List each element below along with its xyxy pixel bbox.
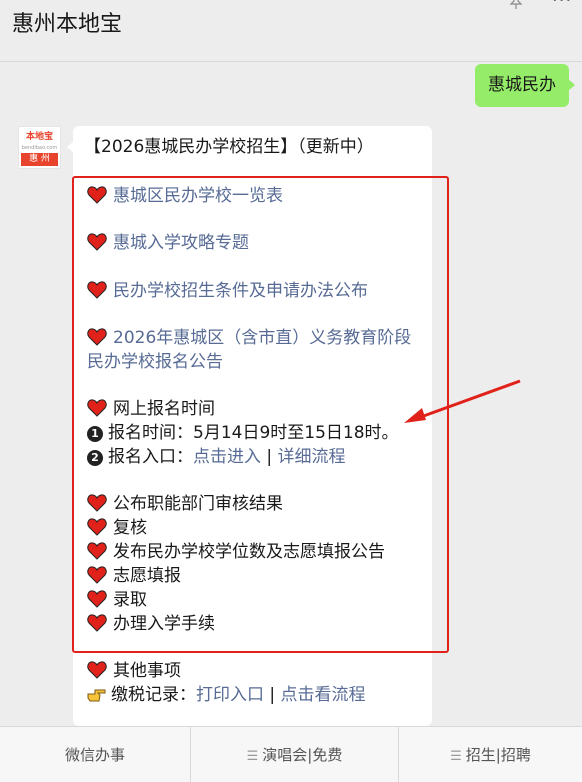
step-item: 公布职能部门审核结果 — [87, 492, 283, 516]
online-registration-title: 网上报名时间 — [87, 397, 215, 421]
step-text: 录取 — [113, 590, 147, 610]
registration-entry: 2 报名入口：点击进入 | 详细流程 — [87, 445, 346, 469]
link-announcement[interactable]: 2026年惠城区（含市直）义务教育阶段 — [113, 328, 411, 348]
menu-label: 微信办事 — [64, 746, 125, 764]
avatar-logo-city: 惠 州 — [21, 153, 58, 166]
heart-icon — [87, 281, 107, 299]
step-item: 办理入学手续 — [87, 612, 215, 636]
bottom-menu: 微信办事 ☰ 演唱会|免费 ☰ 招生|招聘 — [0, 726, 582, 782]
step-text: 办理入学手续 — [113, 614, 215, 634]
more-options-icon[interactable]: ··· — [552, 0, 572, 10]
number-one-icon: 1 — [87, 426, 103, 442]
heart-icon — [87, 233, 107, 251]
menu-recruitment[interactable]: ☰ 招生|招聘 — [398, 727, 582, 782]
heart-icon — [87, 494, 107, 512]
entry-link[interactable]: 点击进入 — [193, 447, 261, 467]
entry-label: 报名入口： — [108, 447, 193, 467]
heart-icon — [87, 328, 107, 346]
step-text: 公布职能部门审核结果 — [113, 494, 283, 514]
menu-label: 招生|招聘 — [465, 746, 531, 764]
menu-label: 演唱会|免费 — [262, 746, 343, 764]
outgoing-message-text: 惠城民办 — [488, 75, 556, 95]
heart-icon — [87, 542, 107, 560]
registration-time-text: 报名时间：5月14日9时至15日18时。 — [108, 423, 399, 443]
number-two-icon: 2 — [87, 450, 103, 466]
view-process-link[interactable]: 点击看流程 — [281, 685, 366, 705]
menu-concerts[interactable]: ☰ 演唱会|免费 — [190, 727, 398, 782]
reply-heading: 【2026惠城民办学校招生】（更新中） — [84, 137, 374, 157]
link-row[interactable]: 2026年惠城区（含市直）义务教育阶段 — [87, 326, 411, 350]
link-row[interactable]: 民办学校招生条件及申请办法公布 — [87, 279, 368, 303]
link-row[interactable]: 惠城入学攻略专题 — [87, 231, 249, 255]
step-item: 志愿填报 — [87, 564, 181, 588]
heart-icon — [87, 518, 107, 536]
other-text: 其他事项 — [113, 661, 181, 681]
link-school-list[interactable]: 惠城区民办学校一览表 — [113, 186, 283, 206]
heart-icon — [87, 186, 107, 204]
tax-separator: | — [269, 685, 276, 705]
heart-icon — [87, 399, 107, 417]
link-row-continued[interactable]: 民办学校报名公告 — [87, 350, 223, 374]
avatar-logo-domain: bendibao.com — [21, 145, 58, 151]
step-item: 复核 — [87, 516, 147, 540]
entry-separator: | — [266, 447, 273, 467]
link-enrollment-guide[interactable]: 惠城入学攻略专题 — [113, 233, 249, 253]
outgoing-message-bubble: 惠城民办 — [475, 64, 575, 107]
online-title-text: 网上报名时间 — [113, 399, 215, 419]
avatar-logo-text: 本地宝 — [25, 132, 53, 142]
menu-wechat-services[interactable]: 微信办事 — [0, 727, 190, 782]
link-conditions[interactable]: 民办学校招生条件及申请办法公布 — [113, 281, 368, 301]
red-arrow-icon — [404, 379, 521, 423]
menu-list-icon: ☰ — [246, 749, 259, 764]
avatar[interactable]: 本地宝 bendibao.com 惠 州 — [18, 126, 61, 169]
step-item: 录取 — [87, 588, 147, 612]
tax-record-row: 缴税记录：打印入口 | 点击看流程 — [87, 683, 366, 707]
link-row[interactable]: 惠城区民办学校一览表 — [87, 184, 283, 208]
other-item: 其他事项 — [87, 659, 181, 683]
menu-list-icon: ☰ — [450, 749, 462, 764]
registration-time: 1 报名时间：5月14日9时至15日18时。 — [87, 421, 399, 445]
chat-header: 惠州本地宝 ··· — [0, 0, 582, 62]
step-item: 发布民办学校学位数及志愿填报公告 — [87, 540, 385, 564]
process-link[interactable]: 详细流程 — [278, 447, 346, 467]
pin-icon[interactable] — [508, 0, 524, 10]
step-text: 复核 — [113, 518, 147, 538]
heart-icon — [87, 566, 107, 584]
step-text: 发布民办学校学位数及志愿填报公告 — [113, 542, 385, 562]
print-entry-link[interactable]: 打印入口 — [196, 685, 264, 705]
chat-title: 惠州本地宝 — [12, 12, 123, 37]
heart-icon — [87, 614, 107, 632]
tax-label: 缴税记录： — [111, 685, 196, 705]
link-announcement-line2[interactable]: 民办学校报名公告 — [87, 352, 223, 372]
heart-icon — [87, 661, 107, 679]
pointing-hand-icon — [87, 689, 106, 702]
heart-icon — [87, 590, 107, 608]
step-text: 志愿填报 — [113, 566, 181, 586]
